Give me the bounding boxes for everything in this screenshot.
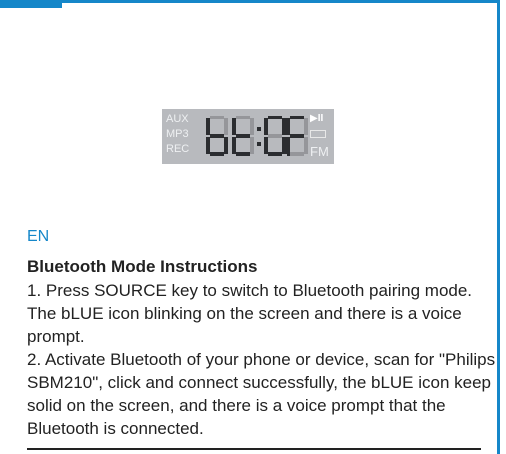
segment-digits (206, 116, 308, 156)
lcd-label-fm: FM (310, 144, 329, 159)
lcd-digits (204, 115, 308, 159)
segment-colon (257, 127, 261, 146)
battery-icon (310, 130, 326, 138)
header-tab (0, 0, 62, 8)
lcd-label-mp3: MP3 (166, 128, 189, 140)
instruction-step-1: 1. Press SOURCE key to switch to Bluetoo… (27, 281, 473, 346)
lcd-label-rec: REC (166, 143, 190, 155)
segment-digit-4 (286, 116, 308, 156)
instructions-body: 1. Press SOURCE key to switch to Bluetoo… (27, 279, 497, 440)
segment-digit-3 (264, 116, 286, 156)
instruction-step-2: 2. Activate Bluetooth of your phone or d… (27, 350, 496, 438)
segment-digit-1 (206, 116, 228, 156)
lcd-label-aux: AUX (166, 113, 189, 125)
bottom-divider (27, 448, 481, 450)
lcd-status-area: ▶II FM (310, 113, 334, 159)
play-pause-icon: ▶II (310, 113, 324, 124)
lcd-source-labels: AUX MP3 REC (166, 112, 206, 157)
section-heading: Bluetooth Mode Instructions (27, 257, 258, 276)
lcd-display: AUX MP3 REC ▶II FM (162, 109, 334, 164)
language-label: EN (27, 228, 50, 245)
segment-digit-2 (232, 116, 254, 156)
